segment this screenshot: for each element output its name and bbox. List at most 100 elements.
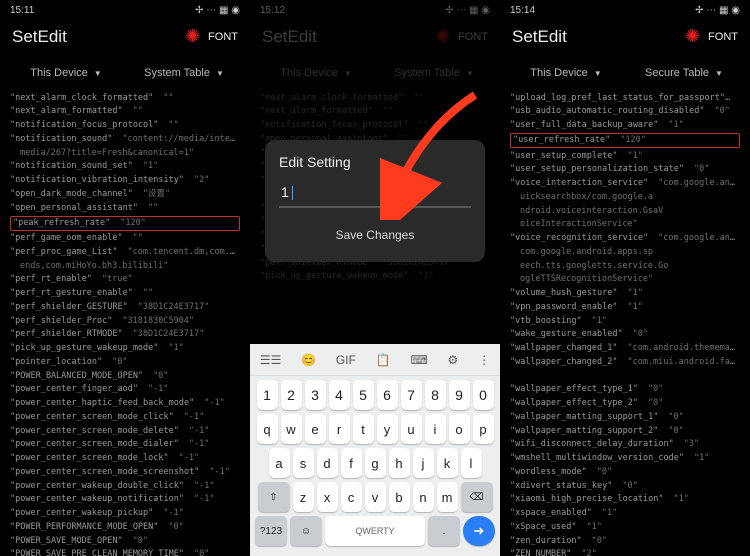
setting-row[interactable]: "pointer_location""0" xyxy=(10,355,240,369)
kb-tool-icon[interactable]: 😊 xyxy=(301,353,316,367)
setting-row[interactable]: "notification_sound""content://media/int… xyxy=(10,132,240,146)
key[interactable]: q xyxy=(257,414,278,444)
key[interactable]: 6 xyxy=(377,380,398,410)
setting-row[interactable]: "power_center_screen_mode_dialer""-1" xyxy=(10,438,240,452)
key[interactable]: m xyxy=(437,482,458,512)
setting-row[interactable]: "volume_hush_gesture""1" xyxy=(510,287,740,301)
setting-row[interactable]: "xdivert_status_key""0" xyxy=(510,479,740,493)
selector-table[interactable]: Secure Table▼ xyxy=(630,63,738,83)
gear-icon[interactable]: ✺ xyxy=(185,26,200,47)
setting-row[interactable]: "power_center_screen_mode_delete""-1" xyxy=(10,424,240,438)
setting-row[interactable]: "peak_refresh_rate""120" xyxy=(10,216,240,231)
setting-row[interactable]: "user_setup_personalization_state""0" xyxy=(510,163,740,177)
setting-row[interactable]: "power_center_finger_aod""-1" xyxy=(10,383,240,397)
setting-row[interactable]: "user_refresh_rate""120" xyxy=(510,133,740,148)
setting-row[interactable]: "perf_shielder_GESTURE""38D1C24E3717" xyxy=(10,300,240,314)
key[interactable]: e xyxy=(305,414,326,444)
setting-row[interactable]: "open_dark_mode_channel""设置" xyxy=(10,187,240,201)
setting-row[interactable]: "usb_audio_automatic_routing_disabled""0… xyxy=(510,105,740,119)
setting-row[interactable]: ogleTTSRecognitionService" xyxy=(510,273,740,287)
setting-row[interactable]: "power_center_wakeup_notification""-1" xyxy=(10,493,240,507)
setting-row[interactable]: "next_alarm_formatted""" xyxy=(10,105,240,119)
key[interactable]: g xyxy=(365,448,386,478)
key[interactable]: k xyxy=(437,448,458,478)
font-button[interactable]: FONT xyxy=(708,31,738,43)
setting-row[interactable]: "user_setup_complete""1" xyxy=(510,149,740,163)
setting-row[interactable]: ndroid.voiceinteraction.GsaV xyxy=(510,204,740,218)
setting-row[interactable]: "wallpaper_effect_type_1""0" xyxy=(510,383,740,397)
setting-row[interactable]: "perf_rt_gesture_enable""" xyxy=(10,287,240,301)
key[interactable]: b xyxy=(389,482,410,512)
key[interactable]: 0 xyxy=(473,380,494,410)
setting-row[interactable]: eech.tts.googletts.service.Go xyxy=(510,259,740,273)
font-button[interactable]: FONT xyxy=(208,31,238,43)
settings-list[interactable]: "upload_log_pref_last_status_for_passpor… xyxy=(500,91,750,556)
key-emoji[interactable]: ☺ xyxy=(290,516,322,546)
key[interactable]: i xyxy=(425,414,446,444)
selector-table[interactable]: System Table▼ xyxy=(130,63,238,83)
key[interactable]: o xyxy=(449,414,470,444)
key-space[interactable]: QWERTY xyxy=(325,516,425,546)
key-dot[interactable]: . xyxy=(428,516,460,546)
key[interactable]: 3 xyxy=(305,380,326,410)
key[interactable]: a xyxy=(269,448,290,478)
setting-row[interactable]: "vtb_boosting""1" xyxy=(510,314,740,328)
setting-row[interactable]: "wallpaper_effect_type_2""0" xyxy=(510,397,740,411)
key[interactable]: z xyxy=(293,482,314,512)
setting-row[interactable]: "xSpace_used""1" xyxy=(510,520,740,534)
key[interactable]: 4 xyxy=(329,380,350,410)
key[interactable]: h xyxy=(389,448,410,478)
setting-value-input[interactable]: 1 xyxy=(279,180,471,208)
key[interactable]: n xyxy=(413,482,434,512)
setting-row[interactable]: uicksearchbox/com.google.a xyxy=(510,190,740,204)
setting-row[interactable]: ends,com.miHoYo.bh3.bilibili" xyxy=(10,259,240,273)
key[interactable]: j xyxy=(413,448,434,478)
key[interactable]: 9 xyxy=(449,380,470,410)
setting-row[interactable]: "voice_recognition_service""com.google.a… xyxy=(510,232,740,246)
key[interactable]: c xyxy=(341,482,362,512)
selector-device[interactable]: This Device▼ xyxy=(512,63,620,83)
key[interactable]: w xyxy=(281,414,302,444)
key-shift[interactable]: ⇧ xyxy=(258,482,290,512)
key[interactable]: f xyxy=(341,448,362,478)
setting-row[interactable]: "POWER_SAVE_PRE_CLEAN_MEMORY_TIME""0" xyxy=(10,548,240,556)
setting-row[interactable]: "wmshell_multiwindow_version_code""1" xyxy=(510,452,740,466)
keyboard-toolbar[interactable]: ☰☰😊GIF📋⌨⚙⋮ xyxy=(250,344,500,376)
setting-row[interactable]: "power_center_wakeup_pickup""-1" xyxy=(10,507,240,521)
setting-row[interactable]: "power_center_screen_mode_click""-1" xyxy=(10,410,240,424)
setting-row[interactable]: "notification_sound_set""1" xyxy=(10,160,240,174)
setting-row[interactable]: "power_center_wakeup_double_click""-1" xyxy=(10,479,240,493)
setting-row[interactable]: "wake_gesture_enabled""0" xyxy=(510,328,740,342)
key[interactable]: 8 xyxy=(425,380,446,410)
setting-row[interactable]: "power_center_screen_mode_screenshot""-1… xyxy=(10,465,240,479)
key[interactable]: d xyxy=(317,448,338,478)
key[interactable]: l xyxy=(461,448,482,478)
kb-tool-icon[interactable]: 📋 xyxy=(376,353,391,367)
setting-row[interactable]: "vpn_password_enable""1" xyxy=(510,300,740,314)
setting-row[interactable]: "user_full_data_backup_aware""1" xyxy=(510,119,740,133)
setting-row[interactable]: "perf_proc_game_List""com.tencent.dm,com… xyxy=(10,245,240,259)
keyboard[interactable]: ☰☰😊GIF📋⌨⚙⋮ 1234567890 qwertyuiop asdfghj… xyxy=(250,344,500,556)
setting-row[interactable]: "power_center_screen_mode_lock""-1" xyxy=(10,452,240,466)
setting-row[interactable]: "POWER_PERFORMANCE_MODE_OPEN""0" xyxy=(10,520,240,534)
setting-row[interactable]: "power_center_haptic_feed_back_mode""-1" xyxy=(10,397,240,411)
setting-row[interactable]: media/267?title=Fresh&canonical=1" xyxy=(10,146,240,160)
setting-row[interactable] xyxy=(510,369,740,383)
kb-tool-icon[interactable]: ⋮ xyxy=(478,353,490,367)
setting-row[interactable]: "wallpaper_changed_1""com.android.themem… xyxy=(510,342,740,356)
key-backspace[interactable]: ⌫ xyxy=(461,482,493,512)
key-symbols[interactable]: ?123 xyxy=(255,516,287,546)
save-changes-button[interactable]: Save Changes xyxy=(279,222,471,248)
key[interactable]: t xyxy=(353,414,374,444)
setting-row[interactable]: "wifi_disconnect_delay_duration""3" xyxy=(510,438,740,452)
setting-row[interactable]: "ZEN_NUMBER""2" xyxy=(510,548,740,556)
setting-row[interactable]: oiceInteractionService" xyxy=(510,218,740,232)
setting-row[interactable]: "perf_rt_enable""true" xyxy=(10,273,240,287)
setting-row[interactable]: "next_alarm_clock_formatted""" xyxy=(10,91,240,105)
setting-row[interactable]: "xspace_enabled""1" xyxy=(510,507,740,521)
setting-row[interactable]: "xiaomi_high_precise_location""1" xyxy=(510,493,740,507)
kb-tool-icon[interactable]: ⚙ xyxy=(448,353,459,367)
key[interactable]: 7 xyxy=(401,380,422,410)
kb-tool-icon[interactable]: ⌨ xyxy=(410,353,427,367)
setting-row[interactable]: com.google.android.apps.sp xyxy=(510,245,740,259)
